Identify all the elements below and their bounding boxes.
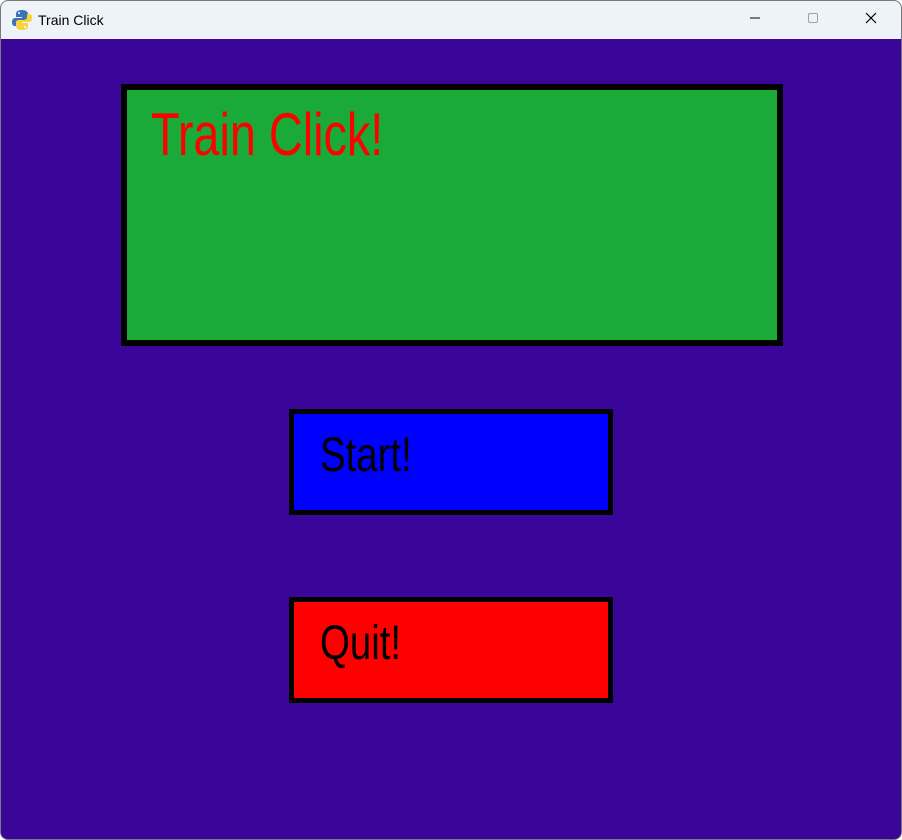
quit-button[interactable]: Quit! — [289, 597, 613, 703]
close-button[interactable] — [842, 1, 900, 39]
maximize-button[interactable] — [784, 1, 842, 39]
minimize-button[interactable] — [726, 1, 784, 39]
start-button-label: Start! — [320, 429, 412, 482]
python-icon — [12, 9, 32, 31]
quit-button-label: Quit! — [320, 617, 402, 670]
maximize-icon — [807, 11, 819, 29]
close-icon — [865, 11, 877, 29]
window-title: Train Click — [38, 12, 104, 28]
title-banner: Train Click! — [121, 84, 783, 346]
title-bar[interactable]: Train Click — [1, 1, 901, 39]
minimize-icon — [749, 11, 761, 29]
game-canvas: Train Click! Start! Quit! — [1, 39, 901, 839]
app-window: Train Click Train Click! Start! Quit! — [0, 0, 902, 840]
start-button[interactable]: Start! — [289, 409, 613, 515]
game-title: Train Click! — [151, 101, 384, 168]
